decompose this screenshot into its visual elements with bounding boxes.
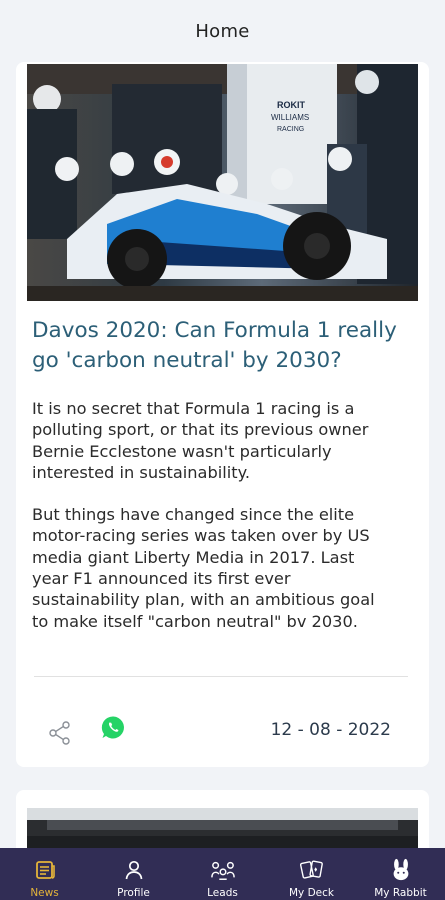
share-icon[interactable] [47,720,73,746]
nav-label-my-deck: My Deck [288,887,334,899]
nav-my-rabbit[interactable]: My Rabbit [356,848,445,900]
article-paragraph: It is no secret that Formula 1 racing is… [32,399,369,482]
article-body: It is no secret that Formula 1 racing is… [32,398,392,653]
bottom-navigation: News Profile Leads My Deck My Rabbit [0,848,445,900]
nav-profile[interactable]: Profile [89,848,178,900]
sponsor-text-rokit: ROKIT [277,100,306,110]
sponsor-text-williams: WILLIAMS [271,113,309,122]
card-divider [34,676,408,677]
article-paragraph: But things have changed since the elite … [32,505,375,631]
cards-icon [299,858,324,882]
article-title[interactable]: Davos 2020: Can Formula 1 really go 'car… [32,316,416,376]
nav-label-news: News [30,887,59,899]
f1-pitstop-photo: ROKIT WILLIAMS RACING [27,64,418,301]
article-image[interactable]: ROKIT WILLIAMS RACING [27,64,418,301]
profile-icon [122,858,146,882]
nav-leads[interactable]: Leads [178,848,267,900]
whatsapp-icon[interactable] [101,715,126,740]
article-date: 12 - 08 - 2022 [270,720,391,740]
nav-my-deck[interactable]: My Deck [267,848,356,900]
news-icon [33,858,57,882]
page-title: Home [195,20,250,42]
nav-label-profile: Profile [117,887,150,899]
leads-icon [210,858,235,882]
nav-news[interactable]: News [0,848,89,900]
nav-label-leads: Leads [207,887,238,899]
top-bar: Home [0,0,445,62]
sponsor-text-racing: RACING [277,126,304,133]
nav-label-my-rabbit: My Rabbit [374,887,427,899]
rabbit-icon [389,858,413,882]
news-card[interactable]: ROKIT WILLIAMS RACING Davos 2020: Can Fo… [16,62,429,767]
